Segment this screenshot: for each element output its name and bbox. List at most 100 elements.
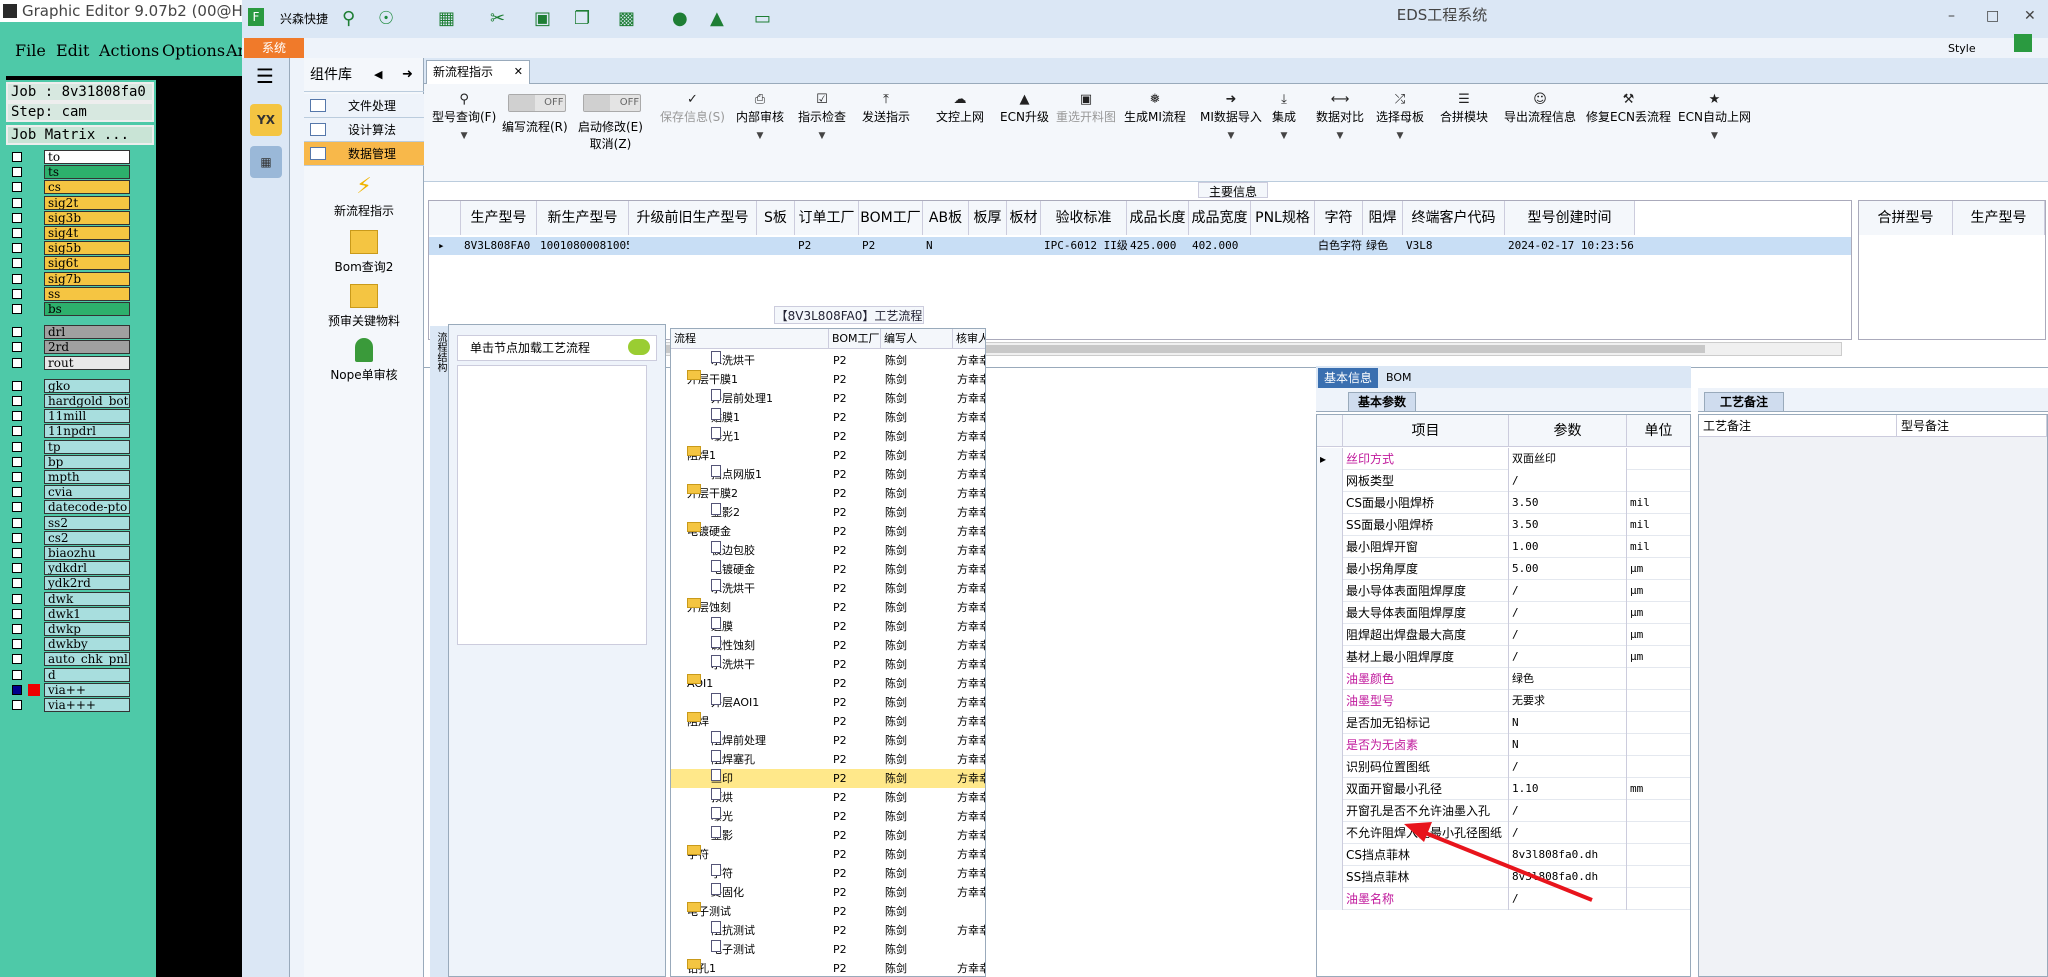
column-header[interactable]: 编写人 (881, 329, 953, 349)
tree-node-name[interactable]: 阻抗测试 (711, 921, 827, 940)
layer-checkbox[interactable] (12, 152, 22, 162)
column-header[interactable]: 合拼型号 (1859, 201, 1953, 235)
dropdown-arrow-icon[interactable]: ▼ (432, 131, 496, 141)
param-value[interactable]: 1.00 (1509, 536, 1627, 558)
grid-cell[interactable]: 425.000 (1127, 237, 1189, 255)
grid-icon[interactable]: ▩ (618, 8, 635, 29)
layer-row[interactable]: bs (8, 302, 130, 316)
tool-new-flow[interactable]: ⚡ 新流程指示 (304, 174, 424, 219)
param-value[interactable]: 无要求 (1509, 690, 1627, 712)
grid-cell[interactable]: P2 (795, 237, 859, 255)
layer-checkbox[interactable] (12, 288, 22, 299)
param-value[interactable]: 双面丝印 (1509, 448, 1627, 470)
tree-node-name[interactable]: −外层干膜2 (687, 484, 827, 503)
param-row[interactable]: CS面最小阻焊桥 3.50 mil (1317, 492, 1690, 514)
menu-file[interactable]: File (15, 41, 46, 60)
layer-row[interactable]: hardgold_bot (8, 394, 130, 408)
toolbar-button[interactable]: ⟷ 数据对比 ▼ (1316, 92, 1364, 141)
column-header[interactable]: 新生产型号 (537, 201, 629, 235)
column-header[interactable]: 型号创建时间 (1505, 201, 1635, 235)
layer-checkbox[interactable] (12, 669, 22, 680)
tree-row[interactable]: −外层干膜2P2陈剑方幸幸已审核 (671, 484, 985, 503)
layer-name[interactable]: cs2 (44, 530, 130, 545)
tree-node-name[interactable]: 外层AOI1 (711, 693, 827, 712)
layer-checkbox[interactable] (12, 517, 22, 528)
column-header[interactable]: BOM工厂 (829, 329, 881, 349)
layer-name[interactable]: auto_chk_pnl (44, 652, 130, 667)
layer-checkbox[interactable] (12, 654, 22, 665)
layer-checkbox[interactable] (12, 548, 22, 558)
layer-name[interactable]: d (44, 667, 130, 682)
param-value[interactable]: N (1509, 712, 1627, 734)
param-value[interactable]: / (1509, 602, 1627, 624)
layer-row[interactable]: dwkp (8, 622, 130, 636)
tree-row[interactable]: 丝印P2陈剑方幸幸已审核 (671, 769, 985, 788)
layer-name[interactable]: via++ (44, 682, 130, 697)
layer-row[interactable]: sig5b (8, 241, 130, 256)
grid-cell[interactable] (1007, 237, 1041, 255)
param-row[interactable]: 双面开窗最小孔径 1.10 mm (1317, 778, 1690, 800)
toolbar-button[interactable]: ☰ 合拼模块 (1440, 92, 1488, 125)
collapse-left-icon[interactable]: ◀ (374, 58, 382, 92)
layer-row[interactable]: ydk2rd (8, 576, 130, 591)
column-header[interactable]: 板厚 (969, 201, 1007, 235)
library-item-file[interactable]: 文件处理 (304, 94, 424, 118)
tree-node-name[interactable]: 外层前处理1 (711, 389, 827, 408)
layer-name[interactable]: dwkp (44, 622, 130, 636)
layer-row[interactable]: d (8, 667, 130, 682)
param-row[interactable]: 最小导体表面阻焊厚度 / μm (1317, 580, 1690, 602)
toolbar-button[interactable]: ⤮ 选择母板 ▼ (1376, 92, 1424, 141)
toolbar-button[interactable]: ☁ 文控上网 (936, 92, 984, 125)
dropdown-arrow-icon[interactable]: ▼ (1678, 131, 1751, 141)
tree-row[interactable]: 电镀硬金P2陈剑方幸幸已审核 (671, 560, 985, 579)
tree-row[interactable]: 字符P2陈剑方幸幸已审核 (671, 864, 985, 883)
layer-name[interactable]: sig7b (44, 271, 130, 286)
tool-prereview[interactable]: 预审关键物料 (304, 284, 424, 329)
layer-name[interactable]: ydkdrl (44, 561, 130, 576)
layer-row[interactable]: mpth (8, 470, 130, 484)
layer-row[interactable]: biaozhu (8, 546, 130, 560)
param-row[interactable]: ▸ 丝印方式 双面丝印 (1317, 448, 1690, 470)
tree-row[interactable]: 碱性蚀刻P2陈剑方幸幸已审核 (671, 636, 985, 655)
layer-row[interactable]: sig2t (8, 195, 130, 210)
param-row[interactable]: 油墨型号 无要求 (1317, 690, 1690, 712)
layer-row[interactable]: cs2 (8, 530, 130, 545)
column-header[interactable]: 验收标准 (1041, 201, 1127, 235)
param-value[interactable]: 8v3l808fa0.dh (1509, 866, 1627, 888)
tree-row[interactable]: −外层蚀刻P2陈剑方幸幸已审核 (671, 598, 985, 617)
layer-row[interactable]: cs (8, 180, 130, 195)
param-value[interactable]: / (1509, 888, 1627, 910)
param-row[interactable]: 油墨名称 / (1317, 888, 1690, 910)
toolbar-button[interactable]: ⚲ 型号查询(F) ▼ (432, 92, 496, 141)
layer-checkbox[interactable] (12, 487, 22, 498)
tree-row[interactable]: 显影P2陈剑方幸幸已审核 (671, 826, 985, 845)
layer-checkbox[interactable] (12, 624, 22, 634)
user-icon[interactable]: ● (672, 8, 688, 29)
tree-row[interactable]: −AOI1P2陈剑方幸幸已审核 (671, 674, 985, 693)
param-value[interactable]: / (1509, 470, 1627, 492)
grid-cell[interactable]: P2 (859, 237, 923, 255)
grid-cell[interactable]: 白色字符 (1315, 237, 1363, 255)
tree-row[interactable]: 阻焊塞孔P2陈剑方幸幸已审核 (671, 750, 985, 769)
layer-row[interactable]: ts (8, 165, 130, 180)
toggle-switch[interactable]: OFF (507, 92, 566, 114)
layer-name[interactable]: sig4t (44, 226, 130, 240)
param-value[interactable]: 绿色 (1509, 668, 1627, 690)
param-row[interactable]: 是否为无卤素 N (1317, 734, 1690, 756)
tab-bom[interactable]: BOM (1386, 368, 1412, 388)
library-item-data[interactable]: 数据管理 (304, 142, 424, 166)
grid-cell[interactable]: 绿色 (1363, 237, 1403, 255)
param-row[interactable]: 是否加无铅标记 N (1317, 712, 1690, 734)
tree-node-name[interactable]: 阻焊前处理 (711, 731, 827, 750)
layer-name[interactable]: sig3b (44, 210, 130, 225)
layer-checkbox[interactable] (12, 639, 22, 650)
tree-row[interactable]: 曝光1P2陈剑方幸幸已审核 (671, 427, 985, 446)
tab-craft-notes[interactable]: 工艺备注 (1704, 392, 1784, 412)
param-value[interactable]: / (1509, 624, 1627, 646)
tab-new-flow[interactable]: 新流程指示 ✕ (426, 60, 530, 84)
param-value[interactable]: 5.00 (1509, 558, 1627, 580)
layer-checkbox[interactable] (12, 273, 22, 284)
param-row[interactable]: 基材上最小阻焊厚度 / μm (1317, 646, 1690, 668)
calculator-icon[interactable]: ▦ (250, 146, 282, 178)
tree-row[interactable]: 水洗烘干P2陈剑方幸幸已审核 (671, 655, 985, 674)
